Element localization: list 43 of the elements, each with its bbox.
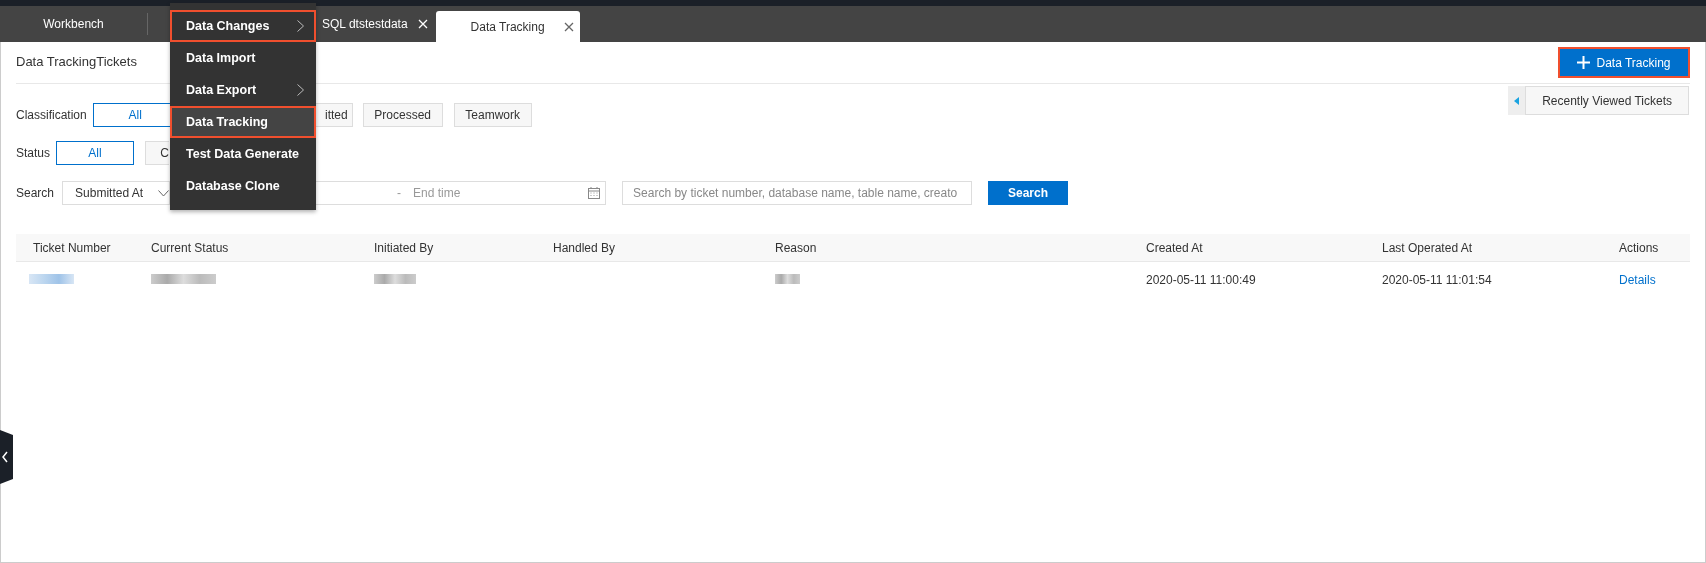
filter-label: Status	[16, 146, 51, 160]
blurred-text	[775, 274, 800, 284]
plus-icon	[1577, 56, 1591, 69]
close-icon[interactable]	[563, 21, 574, 32]
column-header: Actions	[1619, 240, 1659, 255]
menu-item[interactable]: Test Data Generate	[170, 138, 316, 170]
column-header: Current Status	[151, 240, 229, 255]
search-field[interactable]: Search by ticket number, database name, table name, creato	[622, 181, 973, 205]
filter-option[interactable]: itted	[315, 103, 353, 127]
filter-option[interactable]: C	[145, 141, 170, 165]
new-data-tracking-button[interactable]: Data Tracking	[1558, 47, 1690, 78]
tab[interactable]: Data Tracking	[435, 11, 580, 42]
page-title: Data TrackingTickets	[16, 54, 137, 69]
table-cell: 2020-05-11 11:00:49	[1146, 273, 1256, 287]
details-link[interactable]: Details	[1619, 273, 1656, 287]
column-header: Reason	[775, 240, 817, 255]
tab[interactable]: SQL dtstestdata	[322, 6, 428, 42]
column-header: Handled By	[553, 240, 616, 255]
menu-item[interactable]: Data Import	[170, 42, 316, 74]
menu-item[interactable]: Data Changes	[170, 10, 316, 42]
column-header: Ticket Number	[33, 240, 111, 255]
filter-option[interactable]: Processed	[362, 103, 443, 127]
column-header: Initiated By	[374, 240, 434, 255]
filter-label: Search	[16, 186, 55, 200]
blurred-text	[29, 274, 74, 284]
tab[interactable]: Workbench	[0, 6, 147, 42]
filter-label: Classification	[16, 108, 87, 122]
field-select[interactable]: Submitted At	[62, 181, 171, 205]
menu-item[interactable]: Database Clone	[170, 170, 316, 202]
column-header: Created At	[1146, 240, 1203, 255]
menu-item[interactable]: Data Export	[170, 74, 316, 106]
menu-item[interactable]: Data Tracking	[170, 106, 316, 138]
blurred-text	[374, 274, 416, 284]
filter-option[interactable]: Teamwork	[453, 103, 532, 127]
column-header: Last Operated At	[1382, 240, 1473, 255]
recently-viewed-tab[interactable]: Recently Viewed Tickets	[1525, 86, 1689, 115]
search-button[interactable]: Search	[988, 181, 1069, 205]
table-cell: 2020-05-11 11:01:54	[1382, 273, 1492, 287]
filter-option[interactable]: All	[56, 141, 135, 165]
calendar-icon	[588, 187, 601, 199]
blurred-text	[151, 274, 216, 284]
chevron-down-icon	[158, 189, 170, 197]
collapse-handle[interactable]	[0, 430, 13, 484]
